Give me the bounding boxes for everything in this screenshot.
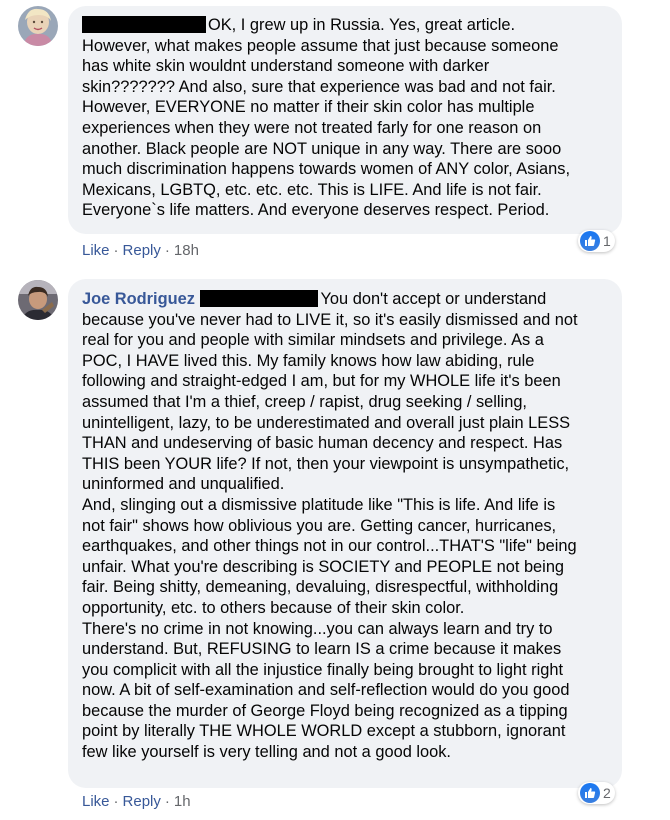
author-name[interactable]: Joe Rodriguez: [82, 290, 195, 308]
comment-line: now. A bit of self-examination and self-…: [82, 681, 570, 700]
reaction-badge[interactable]: 2: [578, 782, 615, 804]
reaction-count: 2: [603, 785, 611, 801]
comment-line: you complicit with all the injustice fin…: [82, 660, 564, 679]
comment-line: because the murder of George Floyd being…: [82, 701, 568, 720]
comment-actions: Like · Reply · 1h: [82, 793, 191, 810]
thumbs-up-icon: [580, 783, 600, 803]
comment-line: fair. Being shitty, demeaning, devaluing…: [82, 578, 559, 597]
comment-bubble: Joe Rodriguez You don't accept or unders…: [68, 279, 622, 788]
comment-line: earthquakes, and other things not in our…: [82, 537, 577, 556]
comment-line: There's no crime in not knowing...you ca…: [82, 619, 553, 638]
comment-line: uninformed and unqualified.: [82, 475, 285, 494]
avatar[interactable]: [18, 280, 58, 320]
comment-text: Joe Rodriguez You don't accept or unders…: [82, 289, 610, 763]
separator: ·: [113, 793, 119, 810]
comment-line: opportunity, etc. to others because of t…: [82, 598, 465, 617]
comment-line: Joe Rodriguez You don't accept or unders…: [82, 290, 547, 308]
redacted-name: [199, 290, 318, 307]
comment-line: unfair. What you're describing is SOCIET…: [82, 557, 565, 576]
comment-line: THIS been YOUR life? If not, then your v…: [82, 454, 570, 473]
comment-line: few like yourself is very telling and no…: [82, 743, 451, 762]
reply-button[interactable]: Reply: [123, 793, 161, 810]
comment-line: because you've never had to LIVE it, so …: [82, 310, 578, 329]
like-button[interactable]: Like: [82, 793, 110, 810]
comment-line: And, slinging out a dismissive platitude…: [82, 495, 556, 514]
comment-line: unintelligent, lazy, to be underestimate…: [82, 413, 571, 432]
comment-line: following and straight-edged I am, but f…: [82, 372, 561, 391]
comment-line: understand. But, REFUSING to learn IS a …: [82, 640, 562, 659]
comment-line: THAN and undeserving of basic human dece…: [82, 434, 563, 453]
timestamp[interactable]: 1h: [174, 793, 191, 810]
comment-line: real for you and people with similar min…: [82, 331, 544, 350]
separator: ·: [164, 793, 170, 810]
comment-line: assumed that I'm a thief, creep / rapist…: [82, 392, 527, 411]
comment-2: Joe Rodriguez You don't accept or unders…: [0, 0, 670, 820]
comment-line: not fair" shows how oblivious you are. G…: [82, 516, 557, 535]
comment-line: point by literally THE WHOLE WORLD excep…: [82, 722, 566, 741]
comment-line: POC, I HAVE lived this. My family knows …: [82, 351, 535, 370]
